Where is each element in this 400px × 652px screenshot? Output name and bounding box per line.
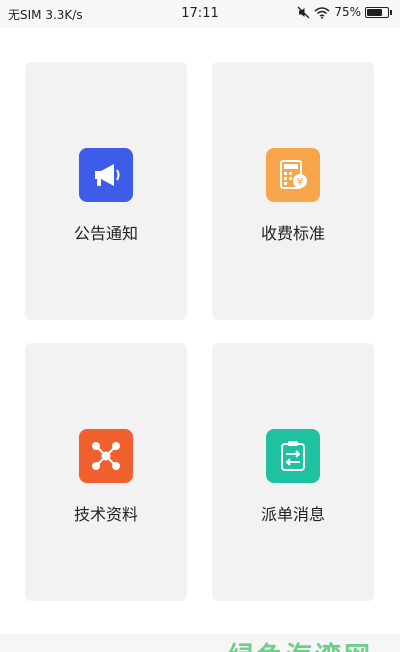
network-nodes-icon (92, 442, 120, 470)
mute-icon (297, 6, 310, 18)
battery-percent: 75% (334, 5, 361, 19)
card-icon-bg (79, 429, 133, 483)
card-dispatch-messages[interactable]: 派单消息 (212, 343, 374, 601)
card-technical-docs[interactable]: 技术资料 (25, 343, 187, 601)
megaphone-icon (95, 164, 120, 186)
card-label: 公告通知 (73, 224, 138, 243)
status-icons: 75% (297, 5, 392, 19)
watermark-text: 绿色海湾网 (228, 636, 373, 652)
card-label: 收费标准 (260, 224, 325, 243)
card-fee-standard[interactable]: ¥ 收费标准 (212, 62, 374, 320)
card-announcements[interactable]: 公告通知 (25, 62, 187, 320)
calculator-yen-icon: ¥ (280, 160, 307, 189)
card-label: 技术资料 (73, 505, 138, 524)
battery-level (367, 8, 382, 16)
bottom-banner: 绿色海湾网 (0, 634, 400, 652)
clipboard-transfer-icon (281, 441, 305, 471)
card-label: 派单消息 (260, 505, 325, 524)
card-icon-bg: ¥ (266, 148, 320, 202)
svg-text:¥: ¥ (297, 177, 303, 188)
wifi-icon (314, 6, 330, 19)
card-icon-bg (266, 429, 320, 483)
battery-icon (365, 6, 389, 18)
card-icon-bg (79, 148, 133, 202)
battery-cap (390, 9, 392, 15)
status-bar: 无SIM 3.3K/s 17:11 75% (0, 0, 400, 28)
